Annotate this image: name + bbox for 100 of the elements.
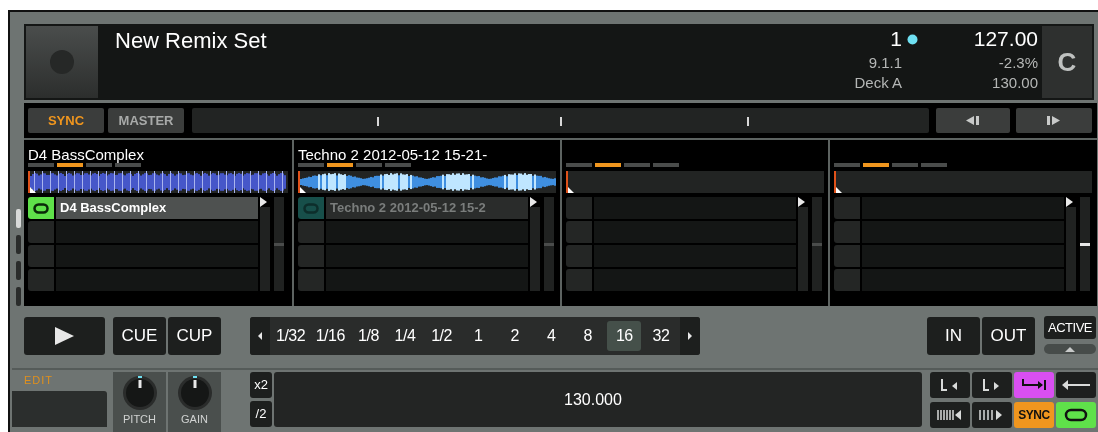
loop-size-option[interactable]: 4 <box>534 321 569 351</box>
page-indicator[interactable] <box>624 163 650 167</box>
beat-jump-back-icon <box>937 409 963 420</box>
loop-size-option[interactable]: 1/2 <box>424 321 459 351</box>
pitch-readout: -2.3% <box>998 53 1038 73</box>
edit-button[interactable]: SYNC <box>1014 401 1054 428</box>
playhead-marker <box>834 171 836 193</box>
cue-button[interactable]: CUE <box>113 317 166 355</box>
corner-marker-icon <box>836 187 842 193</box>
page-indicator[interactable] <box>86 163 112 167</box>
cell-trigger-button[interactable] <box>28 245 54 267</box>
play-triangle-icon <box>260 197 267 207</box>
cell-trigger-button[interactable] <box>834 245 860 267</box>
cell-trigger-button[interactable] <box>834 197 860 219</box>
scroll-right-button[interactable] <box>680 317 700 355</box>
page-indicator[interactable] <box>863 163 889 167</box>
expand-button[interactable] <box>1044 344 1096 354</box>
master-button[interactable]: MASTER <box>108 108 184 133</box>
play-button[interactable] <box>24 317 105 355</box>
loop-icon <box>303 202 319 214</box>
loop-size-option[interactable]: 8 <box>570 321 605 351</box>
loop-size-option[interactable]: 16 <box>607 321 642 351</box>
play-triangle-icon <box>798 197 805 207</box>
play-triangle-icon <box>1066 197 1073 207</box>
cell-trigger-button[interactable] <box>834 221 860 243</box>
playhead-marker <box>298 171 300 193</box>
cell-trigger-button[interactable] <box>298 221 324 243</box>
cell-trigger-button[interactable] <box>298 245 324 267</box>
cell-trigger-button[interactable] <box>298 269 324 291</box>
loop-size-option[interactable]: 1/16 <box>311 321 349 351</box>
knob[interactable] <box>176 375 213 411</box>
volume-fader[interactable] <box>1080 197 1090 291</box>
tempo-button[interactable]: /2 <box>250 401 272 427</box>
previous-button[interactable] <box>936 108 1010 133</box>
fader-thumb[interactable] <box>544 242 554 246</box>
page-indicator[interactable] <box>28 163 54 167</box>
edit-button[interactable] <box>930 401 970 428</box>
cell-trigger-button[interactable] <box>28 269 54 291</box>
jump-to-end-icon <box>1021 378 1047 392</box>
loop-size-option[interactable]: 2 <box>497 321 532 351</box>
fader-thumb[interactable] <box>812 242 822 246</box>
arrow-left-icon <box>1062 380 1090 390</box>
page-indicator[interactable] <box>57 163 83 167</box>
cell-trigger-button[interactable] <box>834 269 860 291</box>
cell-trigger-button[interactable] <box>566 197 592 219</box>
dot-icon <box>907 33 918 45</box>
tempo-value: 130.000 <box>564 389 622 410</box>
skip-forward-icon <box>1047 116 1061 125</box>
edit-button[interactable] <box>1014 372 1054 398</box>
tempo-button[interactable]: x2 <box>250 372 272 398</box>
edit-button[interactable] <box>1056 401 1096 428</box>
skip-back-icon <box>966 116 980 125</box>
loop-size-option[interactable]: 1/8 <box>351 321 386 351</box>
loop-size-option[interactable]: 1 <box>461 321 496 351</box>
page-indicator[interactable] <box>653 163 679 167</box>
page-indicator[interactable] <box>595 163 621 167</box>
deck-name: Deck A <box>854 73 902 92</box>
page-indicator[interactable] <box>566 163 592 167</box>
playhead-marker <box>566 171 568 193</box>
edit-button[interactable] <box>930 372 970 398</box>
sample-name: D4 BassComplex <box>60 199 167 218</box>
corner-marker-icon <box>568 187 574 193</box>
active-button[interactable]: ACTIVE <box>1044 316 1096 339</box>
fader-thumb[interactable] <box>1080 242 1090 246</box>
loop-in-button[interactable]: IN <box>927 317 980 355</box>
fader-thumb[interactable] <box>274 242 284 246</box>
loop-icon <box>33 202 49 214</box>
page-indicator[interactable] <box>921 163 947 167</box>
loop-out-button[interactable]: OUT <box>982 317 1035 355</box>
tempo-readout: 127.00 <box>973 26 1038 52</box>
disc-icon <box>49 49 75 75</box>
knob[interactable] <box>121 375 158 411</box>
edit-button[interactable] <box>972 401 1012 428</box>
scroll-left-button[interactable] <box>250 317 270 355</box>
next-button[interactable] <box>1016 108 1092 133</box>
loop-size-option[interactable]: 1/32 <box>272 321 310 351</box>
sample-name: Techno 2 2012-05-12 15-2 <box>330 199 486 218</box>
page-indicator[interactable] <box>298 163 324 167</box>
page-indicator[interactable] <box>834 163 860 167</box>
page-indicator[interactable] <box>356 163 382 167</box>
sample-cell[interactable]: D4 BassComplex <box>56 197 258 219</box>
loop-button[interactable] <box>28 197 54 219</box>
sync-button[interactable]: SYNC <box>28 108 104 133</box>
edit-button[interactable] <box>972 372 1012 398</box>
cell-trigger-button[interactable] <box>566 245 592 267</box>
page-indicator[interactable] <box>115 163 141 167</box>
loop-size-option[interactable]: 32 <box>643 321 678 351</box>
page-indicator[interactable] <box>385 163 411 167</box>
knob-label: GAIN <box>181 412 208 426</box>
beat-counter: 1 <box>890 26 902 52</box>
cell-trigger-button[interactable] <box>28 221 54 243</box>
page-indicator[interactable] <box>892 163 918 167</box>
edit-button[interactable] <box>1056 372 1096 398</box>
cell-trigger-button[interactable] <box>566 221 592 243</box>
cup-button[interactable]: CUP <box>168 317 221 355</box>
play-icon <box>55 327 74 345</box>
loop-size-option[interactable]: 1/4 <box>387 321 422 351</box>
page-indicator[interactable] <box>327 163 353 167</box>
cell-trigger-button[interactable] <box>566 269 592 291</box>
bpm-readout: 130.00 <box>992 73 1038 92</box>
